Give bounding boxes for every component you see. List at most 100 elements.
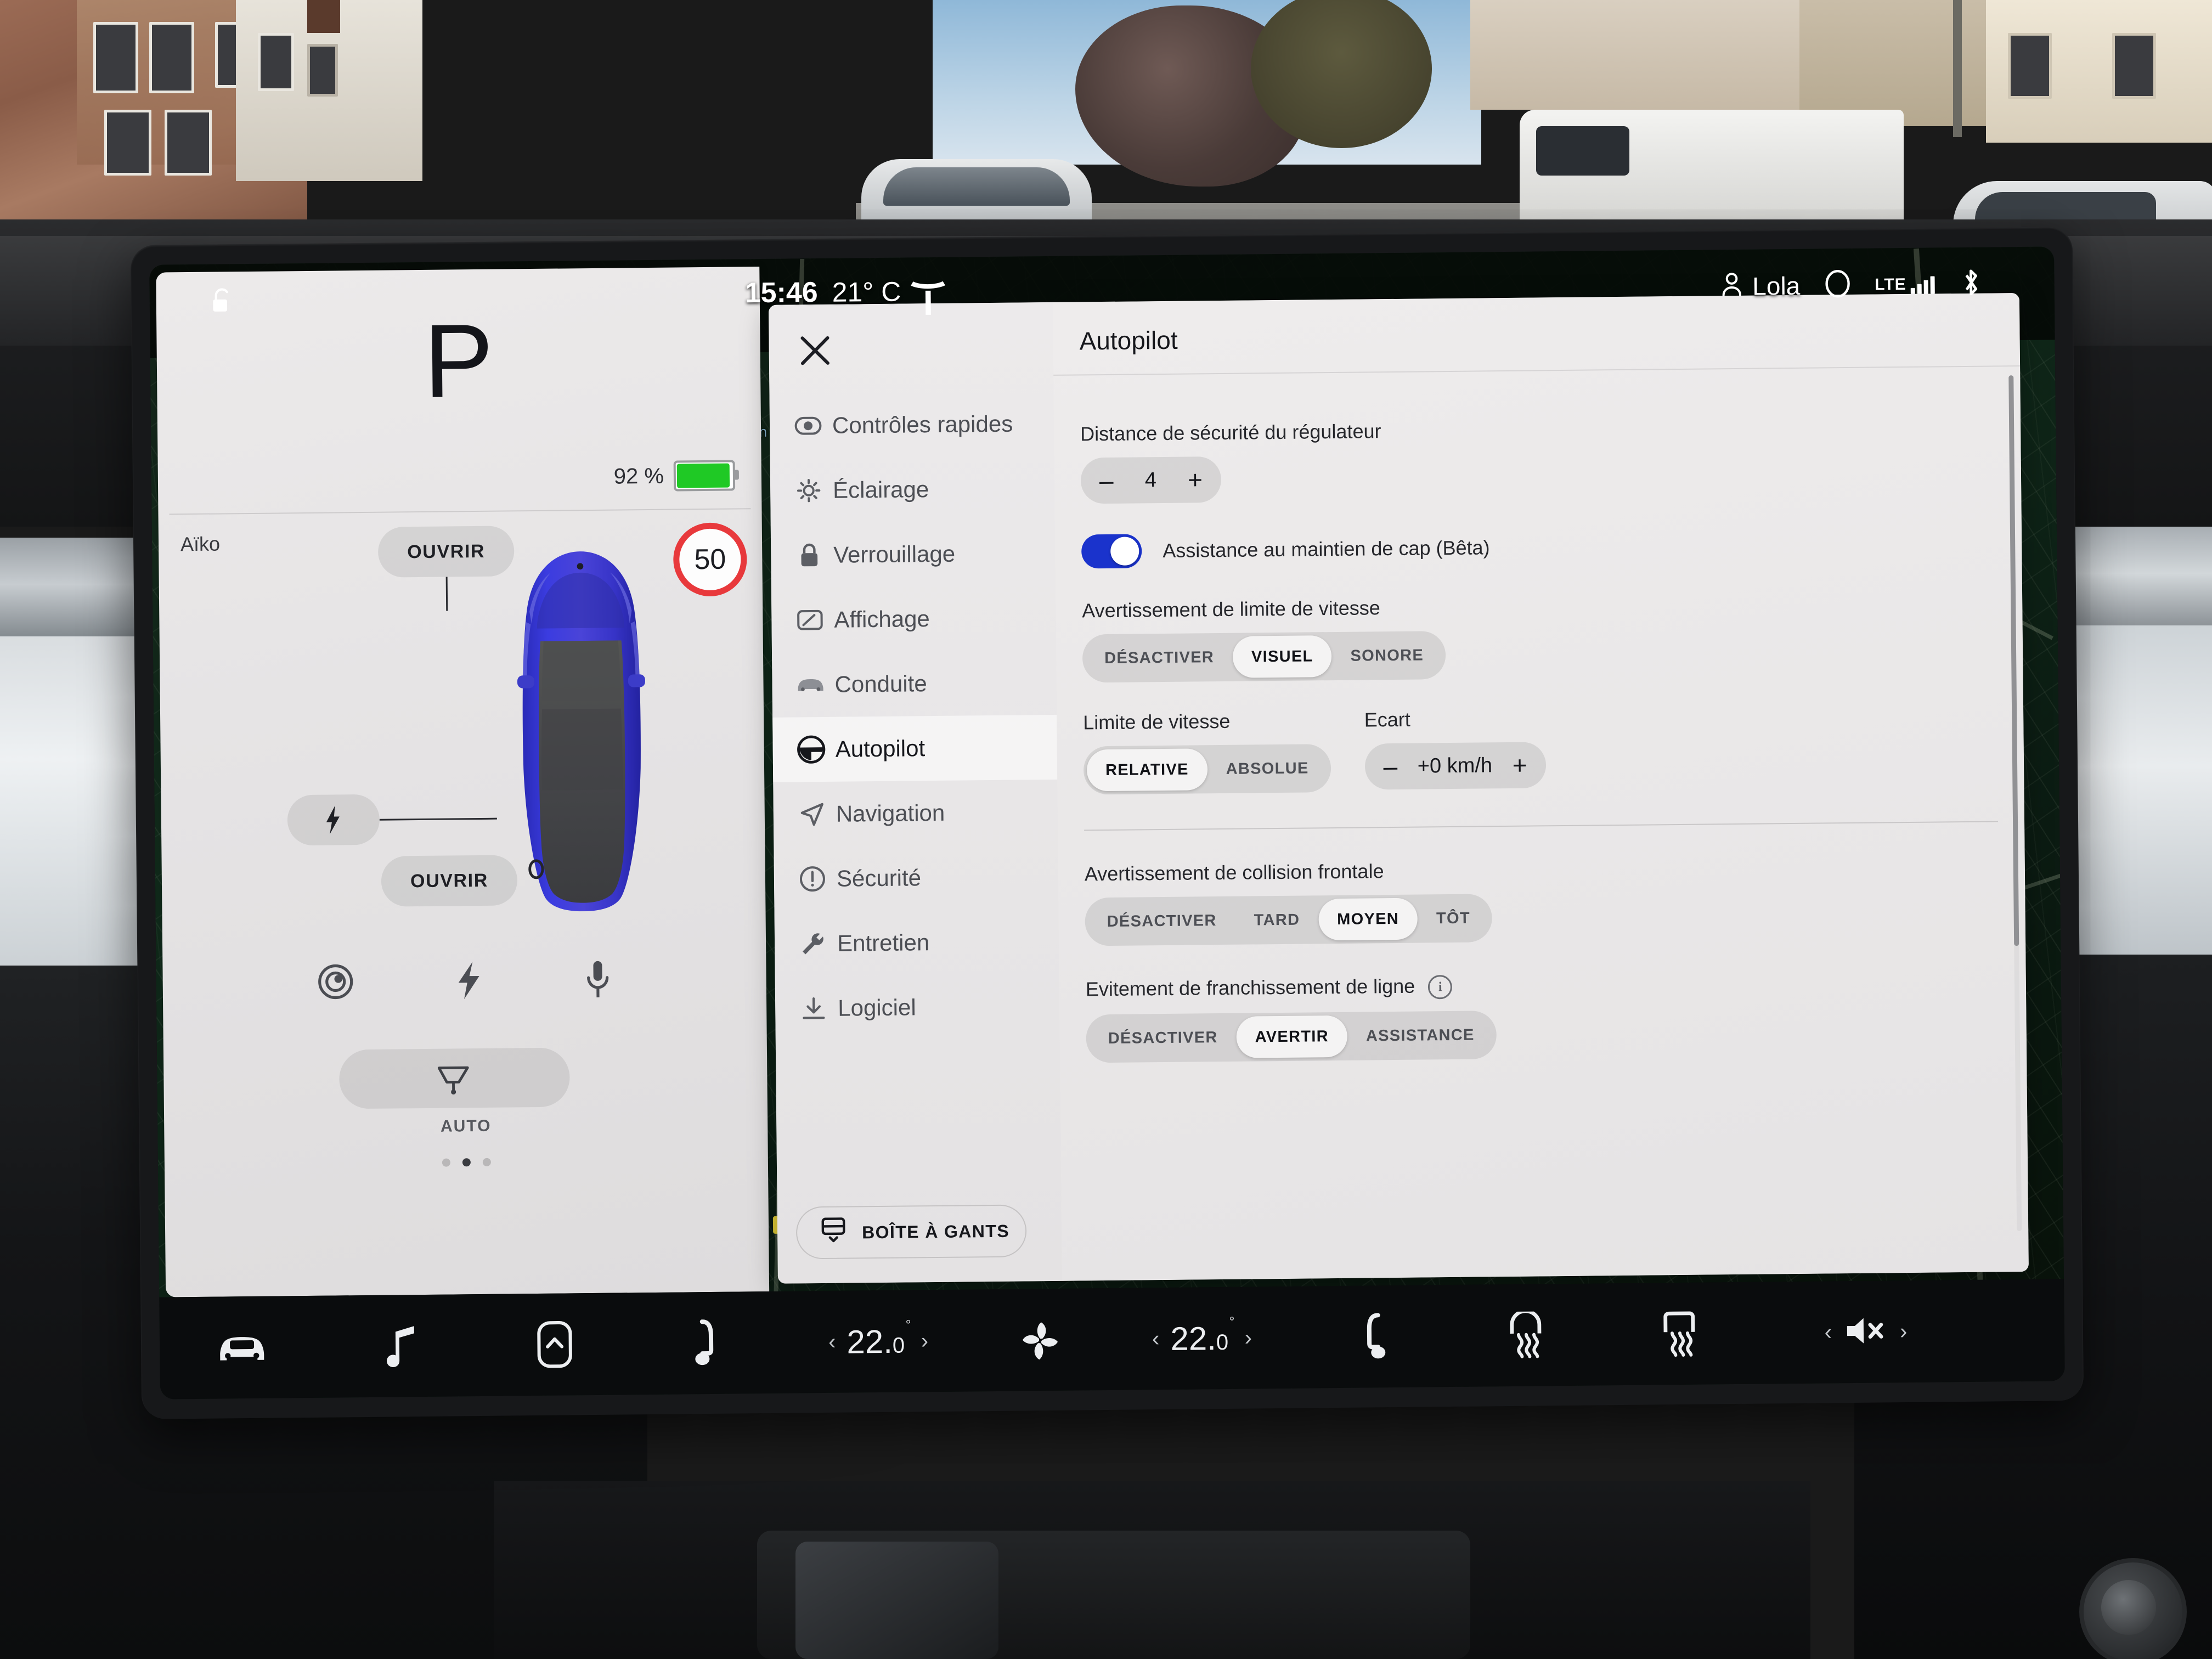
collision-option-medium[interactable]: MOYEN — [1318, 898, 1418, 941]
offset-stepper[interactable]: – +0 km/h + — [1364, 742, 1546, 790]
info-icon[interactable]: i — [1428, 975, 1453, 1000]
car-icon[interactable] — [160, 1330, 325, 1365]
wrench-icon — [793, 930, 833, 957]
lane-departure-segmented[interactable]: DÉSACTIVER AVERTIR ASSISTANCE — [1086, 1011, 1497, 1063]
passenger-temperature-control[interactable]: ‹ 22.0° › — [1109, 1314, 1296, 1358]
sidebar-item-software[interactable]: Logiciel — [775, 974, 1060, 1041]
speed-limit-mode-segmented[interactable]: RELATIVE ABSOLUE — [1083, 744, 1331, 795]
gear-indicator: P — [423, 302, 494, 420]
rear-defrost-icon[interactable] — [1449, 1311, 1603, 1359]
wiper-mode-label: AUTO — [440, 1116, 492, 1136]
divider — [169, 508, 751, 515]
settings-overlay[interactable]: Contrôles rapides Éclairage Verrouillage — [768, 292, 2029, 1284]
follow-distance-stepper[interactable]: – 4 + — [1080, 456, 1222, 504]
lane-departure-option-warn[interactable]: AVERTIR — [1236, 1015, 1348, 1059]
wiper-icon — [437, 1066, 469, 1095]
phone-up-icon[interactable] — [478, 1319, 632, 1369]
volume-control[interactable]: ‹ › — [1756, 1312, 1976, 1351]
quick-controls-icon — [788, 416, 828, 436]
sidebar-label: Navigation — [836, 799, 945, 827]
follow-distance-section: Distance de sécurité du régulateur – 4 + — [1080, 414, 1995, 504]
collision-warning-segmented[interactable]: DÉSACTIVER TARD MOYEN TÔT — [1085, 894, 1493, 946]
speed-warning-segmented[interactable]: DÉSACTIVER VISUEL SONORE — [1082, 631, 1446, 683]
temp-right-increase[interactable]: › — [1244, 1325, 1252, 1350]
collision-option-late[interactable]: TARD — [1235, 899, 1318, 941]
offset-minus[interactable]: – — [1383, 752, 1397, 781]
offset-section: Ecart – +0 km/h + — [1364, 707, 1546, 792]
window — [307, 44, 338, 97]
page-dot[interactable] — [442, 1158, 450, 1167]
sidebar-item-navigation[interactable]: Navigation — [773, 780, 1058, 847]
sidebar-item-display[interactable]: Affichage — [771, 585, 1056, 653]
sidebar-label: Autopilot — [835, 735, 926, 762]
lane-departure-option-off[interactable]: DÉSACTIVER — [1089, 1017, 1237, 1060]
sidebar-item-driving[interactable]: Conduite — [772, 650, 1057, 718]
speed-limit-option-absolute[interactable]: ABSOLUE — [1207, 747, 1328, 790]
glovebox-button[interactable]: BOÎTE À GANTS — [795, 1204, 1027, 1260]
sidebar-item-autopilot[interactable]: Autopilot — [772, 714, 1058, 782]
bolt-icon[interactable] — [454, 960, 484, 1005]
front-trunk-connector — [445, 577, 448, 611]
window — [2112, 33, 2156, 99]
charge-port-connector — [379, 817, 497, 821]
close-icon[interactable] — [795, 331, 835, 371]
page-dot-active[interactable] — [462, 1158, 471, 1167]
sidebar-item-lighting[interactable]: Éclairage — [770, 456, 1055, 523]
settings-sidebar: Contrôles rapides Éclairage Verrouillage — [768, 302, 1063, 1284]
speed-limit-value: 50 — [694, 543, 726, 576]
fan-icon[interactable] — [972, 1317, 1109, 1362]
front-defrost-icon[interactable] — [1602, 1310, 1757, 1358]
vehicle-card[interactable]: P 92 % Aïko 50 OUVRIR OUVRIR AUTO — [156, 267, 770, 1297]
glovebox-icon — [820, 1216, 847, 1249]
lamp-post — [1953, 0, 1962, 137]
collision-option-early[interactable]: TÔT — [1418, 897, 1489, 939]
page-dots[interactable] — [165, 1155, 768, 1170]
sidebar-label: Entretien — [837, 929, 930, 956]
speed-limit-option-relative[interactable]: RELATIVE — [1086, 748, 1208, 792]
temp-right-decrease[interactable]: ‹ — [1152, 1327, 1160, 1351]
temp-left-decrease[interactable]: ‹ — [828, 1329, 836, 1354]
sidebar-item-locks[interactable]: Verrouillage — [771, 521, 1056, 588]
volume-mute-icon[interactable] — [1844, 1313, 1888, 1351]
temp-left-increase[interactable]: › — [921, 1329, 928, 1353]
window — [149, 22, 194, 93]
lane-assist-toggle[interactable] — [1081, 534, 1142, 569]
follow-distance-plus[interactable]: + — [1188, 465, 1203, 494]
sidebar-label: Contrôles rapides — [832, 410, 1013, 438]
speed-warning-option-visual[interactable]: VISUEL — [1232, 635, 1332, 678]
battery-indicator[interactable]: 92 % — [613, 460, 739, 492]
lane-departure-option-assist[interactable]: ASSISTANCE — [1347, 1014, 1493, 1058]
sidebar-item-service[interactable]: Entretien — [775, 909, 1059, 977]
media-note-icon[interactable] — [324, 1323, 478, 1369]
bottom-dock[interactable]: ‹ 22.0° › ‹ 22.0° › ‹ › — [159, 1279, 2065, 1400]
bolt-icon — [326, 805, 340, 834]
speed-warning-option-off[interactable]: DÉSACTIVER — [1086, 636, 1233, 680]
microphone-icon[interactable] — [584, 959, 612, 1002]
window — [2008, 33, 2052, 99]
window — [165, 110, 212, 176]
speed-warning-option-chime[interactable]: SONORE — [1331, 634, 1442, 677]
seat-icon[interactable] — [1295, 1312, 1449, 1361]
collision-option-off[interactable]: DÉSACTIVER — [1088, 900, 1235, 943]
follow-distance-minus[interactable]: – — [1099, 466, 1114, 495]
glovebox-label: BOÎTE À GANTS — [861, 1221, 1010, 1242]
lane-departure-label: Evitement de franchissement de ligne — [1085, 974, 1415, 1001]
offset-label: Ecart — [1364, 708, 1410, 731]
speed-limit-sign: 50 — [673, 522, 747, 597]
volume-decrease[interactable]: ‹ — [1824, 1320, 1832, 1345]
sidebar-item-quick-controls[interactable]: Contrôles rapides — [769, 391, 1054, 459]
rear-trunk-button[interactable]: OUVRIR — [381, 855, 518, 907]
charge-port-button[interactable] — [287, 794, 380, 846]
tesla-touchscreen[interactable]: Stade vélodrome Jacques Anquetil Ruis en… — [149, 246, 2065, 1400]
page-dot[interactable] — [482, 1158, 491, 1166]
camera-icon[interactable] — [317, 963, 354, 1003]
settings-body: Distance de sécurité du régulateur – 4 +… — [1053, 366, 2029, 1281]
window — [104, 110, 151, 176]
sidebar-item-safety[interactable]: Sécurité — [774, 844, 1058, 912]
wiper-button[interactable] — [338, 1047, 570, 1109]
seat-icon[interactable] — [631, 1319, 786, 1368]
offset-plus[interactable]: + — [1512, 751, 1527, 780]
volume-increase[interactable]: › — [1900, 1319, 1908, 1344]
follow-distance-value: 4 — [1144, 468, 1157, 492]
driver-temperature-control[interactable]: ‹ 22.0° › — [785, 1317, 972, 1361]
